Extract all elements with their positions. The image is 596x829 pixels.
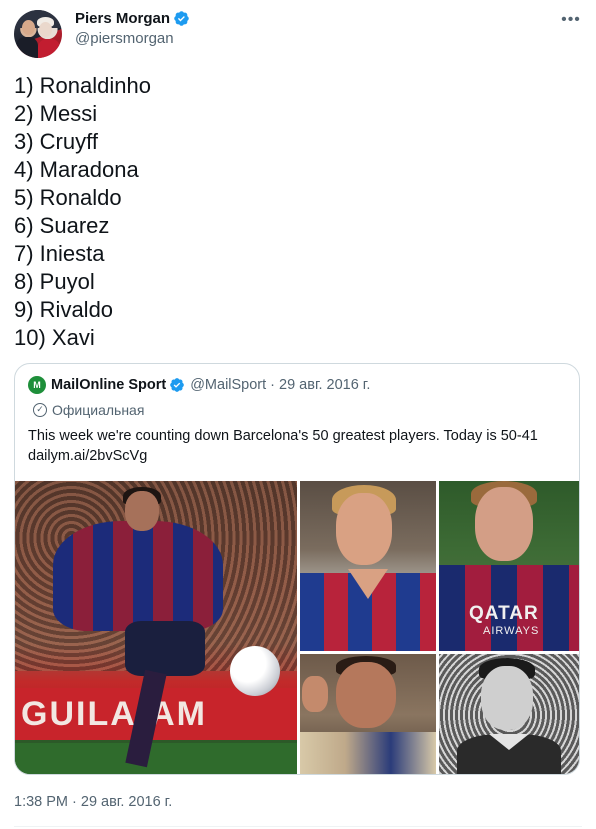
avatar[interactable] xyxy=(14,10,62,58)
tweet-line: 1) Ronaldinho xyxy=(14,73,151,98)
quoted-author-name[interactable]: MailOnline Sport xyxy=(51,377,166,393)
quoted-tweet[interactable]: M MailOnline Sport @MailSport · 29 авг. … xyxy=(14,363,580,775)
tweet-line: 7) Iniesta xyxy=(14,241,105,266)
verified-badge-icon xyxy=(170,378,185,392)
tweet-line: 4) Maradona xyxy=(14,157,139,182)
tweet-line: 3) Cruyff xyxy=(14,129,98,154)
author-handle[interactable]: @piersmorgan xyxy=(75,30,190,47)
shirt-sponsor: QATAR xyxy=(469,603,539,624)
tweet-line: 2) Messi xyxy=(14,101,98,126)
author-block: Piers Morgan @piersmorgan xyxy=(75,10,190,47)
tweet-line: 10) Xavi xyxy=(14,325,95,350)
quoted-media-grid[interactable]: GUILA-AM QATAR AIRWAYS xyxy=(15,481,579,774)
quoted-body: This week we're counting down Barcelona'… xyxy=(28,428,538,444)
football-icon xyxy=(230,646,280,696)
quoted-link[interactable]: dailym.ai/2bvScVg xyxy=(28,446,573,466)
quoted-author-handle[interactable]: @MailSport xyxy=(190,377,266,393)
shirt-sponsor-sub: AIRWAYS xyxy=(483,625,540,637)
separator-dot: · xyxy=(270,377,276,393)
tweet-text: 1) Ronaldinho 2) Messi 3) Cruyff 4) Mara… xyxy=(14,72,574,352)
quoted-date[interactable]: 29 авг. 2016 г. xyxy=(279,377,370,393)
tweet-timestamp[interactable]: 1:38 PM · 29 авг. 2016 г. xyxy=(14,794,172,810)
tweet-line: 5) Ronaldo xyxy=(14,185,122,210)
verified-badge-icon xyxy=(174,11,189,26)
official-check-icon: ✓ xyxy=(33,403,47,417)
more-horizontal-icon[interactable]: ••• xyxy=(560,11,582,29)
author-name[interactable]: Piers Morgan xyxy=(75,10,170,27)
quoted-text: This week we're counting down Barcelona'… xyxy=(28,426,573,466)
tweet-header: Piers Morgan @piersmorgan ••• xyxy=(14,8,582,58)
quoted-header: M MailOnline Sport @MailSport · 29 авг. … xyxy=(28,376,370,394)
official-label: ✓ Официальная xyxy=(33,402,144,418)
photo-player-2[interactable] xyxy=(300,481,436,651)
mailonline-logo: M xyxy=(28,376,46,394)
tweet-line: 9) Rivaldo xyxy=(14,297,114,322)
divider xyxy=(14,826,582,827)
official-label-text: Официальная xyxy=(52,402,145,418)
photo-rakitic[interactable]: QATAR AIRWAYS xyxy=(439,481,579,651)
photo-bw-player[interactable] xyxy=(439,654,579,774)
tweet-line: 8) Puyol xyxy=(14,269,95,294)
photo-figo[interactable]: GUILA-AM xyxy=(15,481,297,774)
tweet-line: 6) Suarez xyxy=(14,213,110,238)
photo-luis-enrique[interactable] xyxy=(300,654,436,774)
